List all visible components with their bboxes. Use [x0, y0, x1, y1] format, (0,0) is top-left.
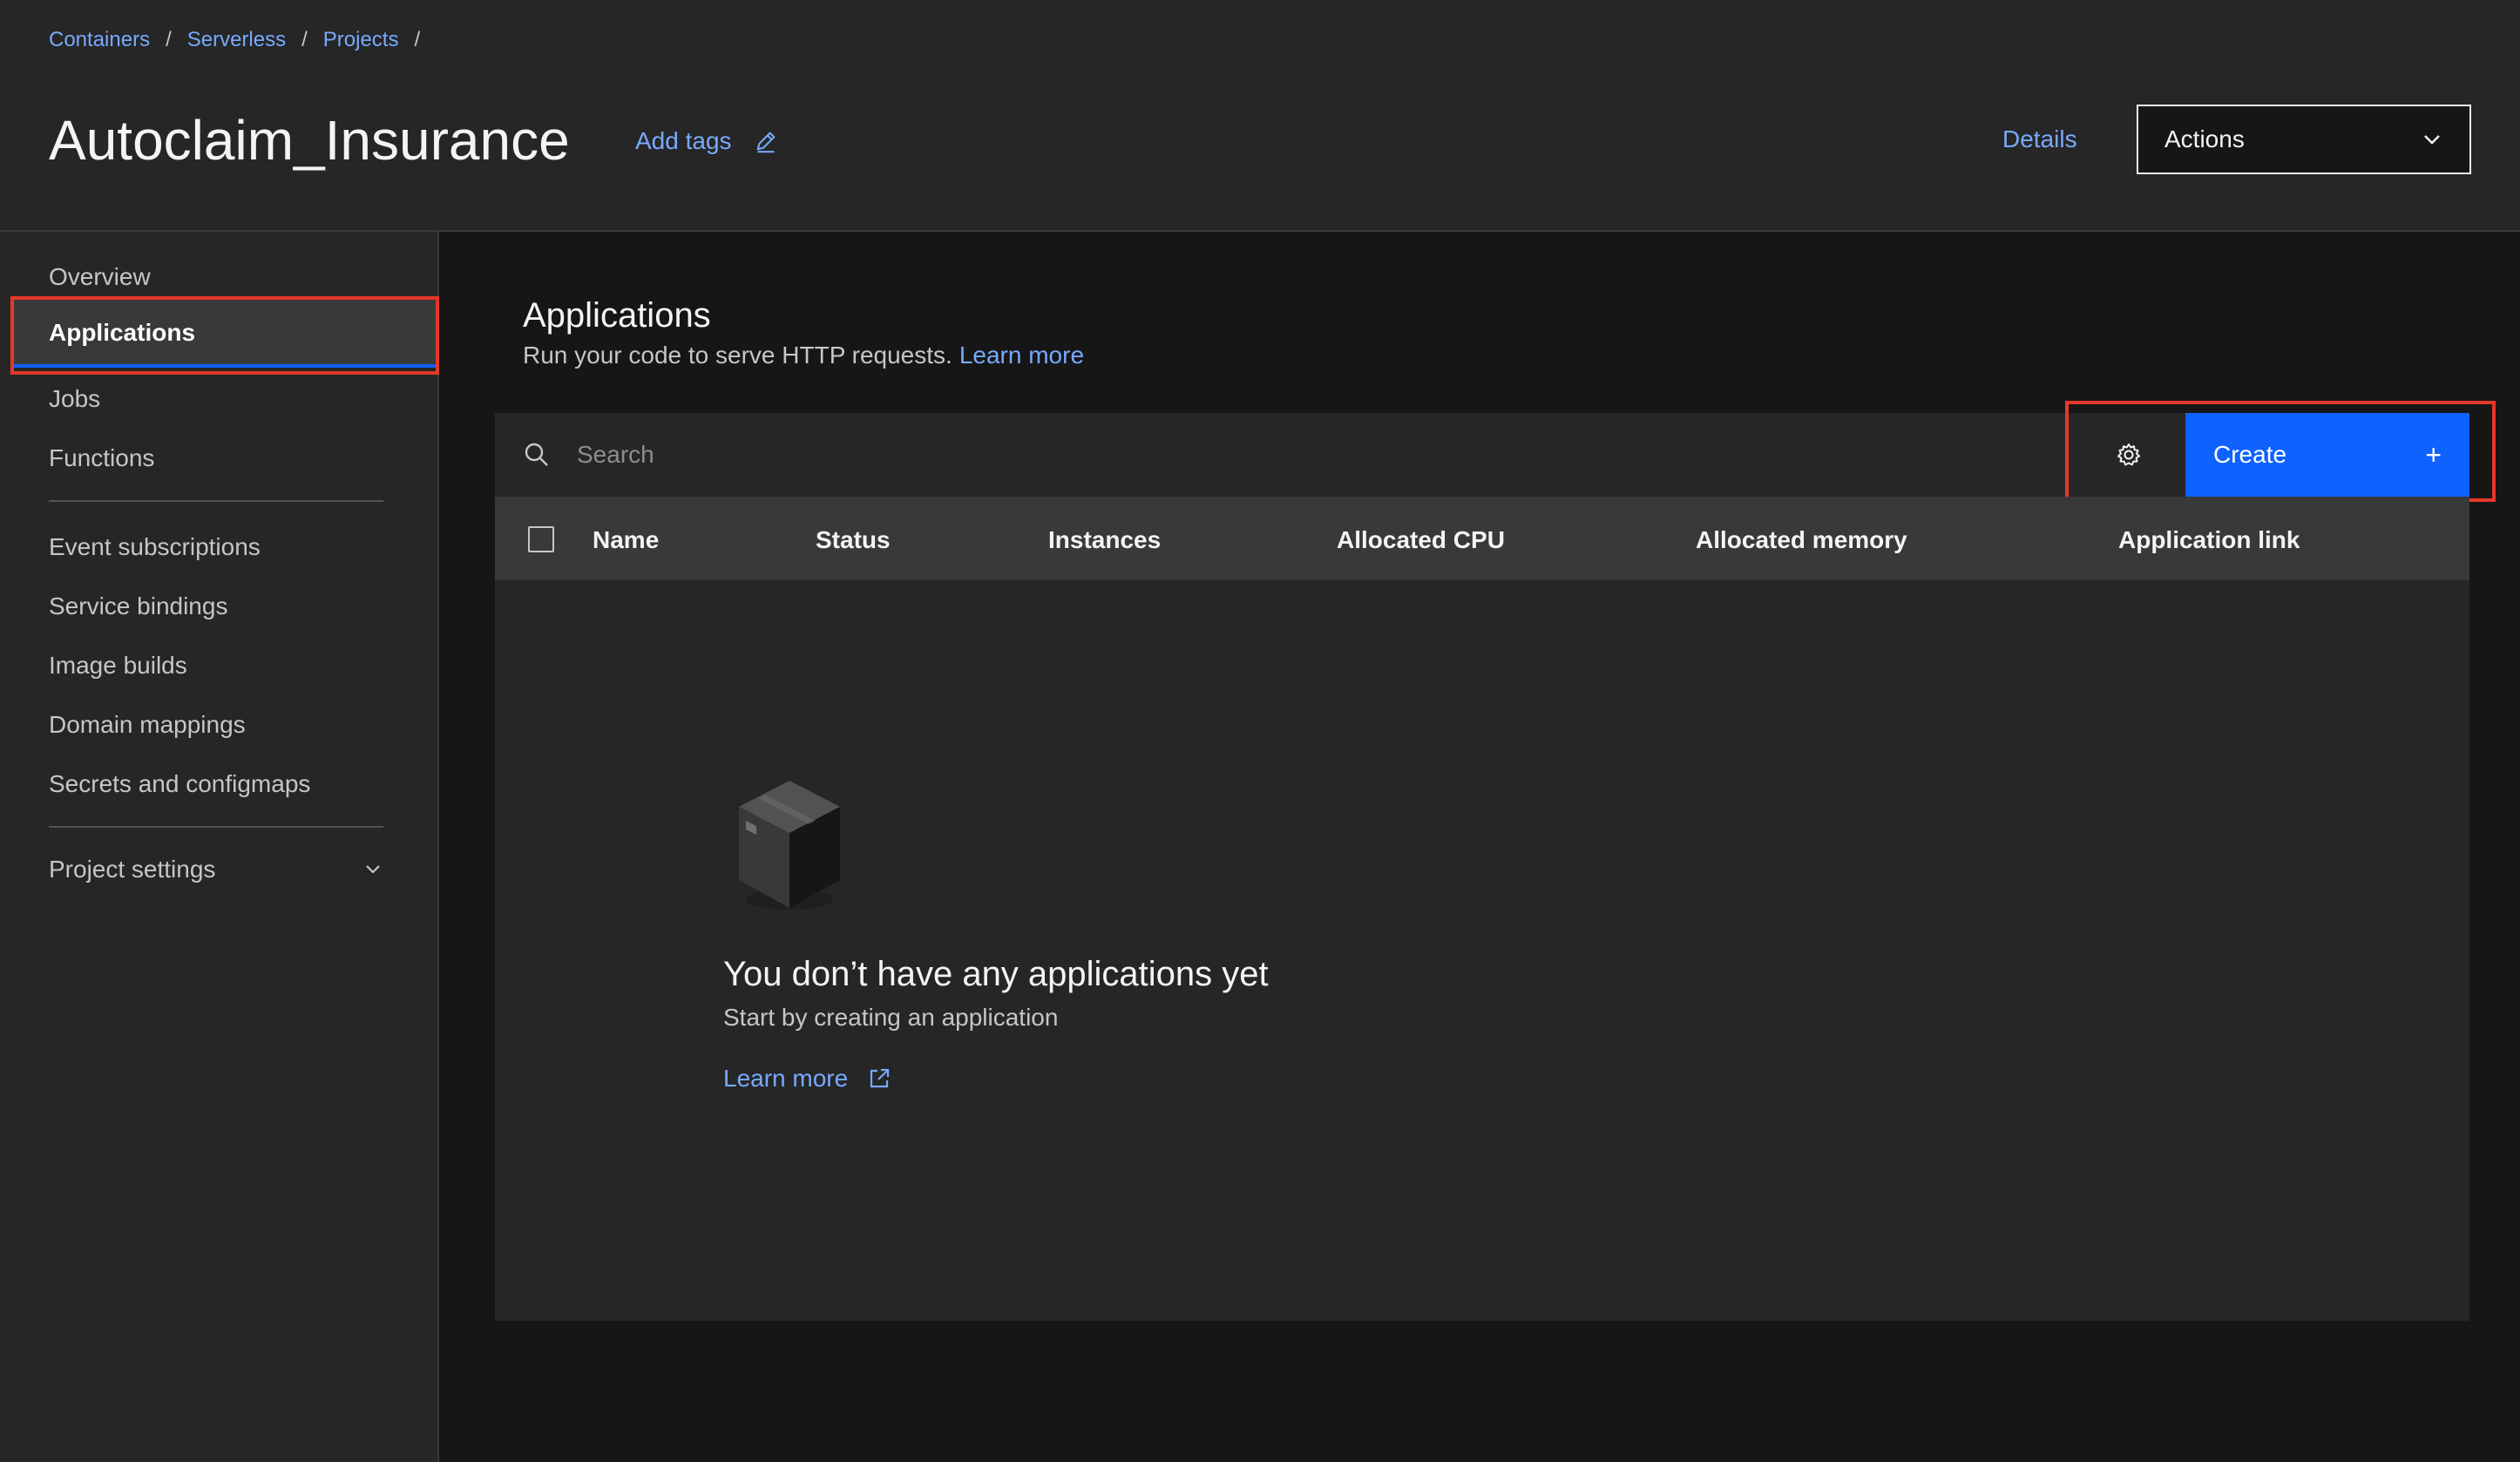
sidebar-item-overview[interactable]: Overview [49, 263, 151, 291]
page-header: Containers / Serverless / Projects / Aut… [0, 0, 2520, 232]
section-description: Run your code to serve HTTP requests. Lea… [523, 342, 1084, 369]
learn-more-link[interactable]: Learn more [959, 342, 1084, 369]
add-tags-link[interactable]: Add tags [635, 127, 779, 155]
empty-state-link-label: Learn more [723, 1065, 849, 1092]
breadcrumb-separator: / [166, 28, 172, 51]
empty-state-learn-more-link[interactable]: Learn more [723, 1065, 891, 1093]
page-title: Autoclaim_Insurance [49, 109, 570, 172]
sidebar-item-jobs[interactable]: Jobs [49, 385, 100, 413]
actions-label: Actions [2164, 125, 2245, 152]
sidebar-item-domain-mappings[interactable]: Domain mappings [49, 711, 246, 739]
sidebar-item-functions[interactable]: Functions [49, 444, 154, 472]
highlight-box [10, 296, 439, 375]
column-header-instances[interactable]: Instances [1048, 526, 1161, 554]
sidebar-item-secrets-configmaps[interactable]: Secrets and configmaps [49, 770, 310, 798]
search-icon [525, 443, 548, 466]
empty-state-title: You don’t have any applications yet [723, 955, 1269, 993]
sidebar-item-event-subscriptions[interactable]: Event subscriptions [49, 533, 261, 561]
search-input[interactable] [577, 434, 1971, 476]
table-body [495, 580, 2469, 1321]
breadcrumb-separator: / [301, 28, 308, 51]
sidebar-divider [49, 500, 383, 502]
breadcrumb-containers[interactable]: Containers [49, 28, 150, 52]
breadcrumb: Containers / Serverless / Projects / [49, 28, 436, 52]
sidebar-item-image-builds[interactable]: Image builds [49, 652, 187, 680]
sidebar [0, 232, 439, 1462]
box-icon [739, 781, 840, 910]
breadcrumb-serverless[interactable]: Serverless [187, 28, 286, 52]
chevron-down-icon [366, 865, 380, 874]
column-header-status[interactable]: Status [816, 526, 891, 554]
sidebar-divider [49, 826, 383, 828]
chevron-down-icon [2424, 135, 2440, 145]
select-all-checkbox[interactable] [528, 526, 554, 552]
sidebar-item-project-settings[interactable]: Project settings [49, 856, 383, 883]
add-tags-label: Add tags [635, 127, 732, 154]
breadcrumb-separator: / [414, 28, 421, 51]
empty-state-subtitle: Start by creating an application [723, 1004, 1059, 1031]
pencil-icon [756, 132, 775, 153]
external-link-icon [870, 1068, 890, 1088]
project-settings-label: Project settings [49, 856, 216, 883]
details-link[interactable]: Details [2002, 125, 2077, 153]
column-header-allocated-cpu[interactable]: Allocated CPU [1337, 526, 1505, 554]
page: Containers / Serverless / Projects / Aut… [0, 0, 2520, 1462]
section-description-text: Run your code to serve HTTP requests. [523, 342, 952, 369]
actions-dropdown[interactable]: Actions [2137, 105, 2471, 174]
column-header-allocated-memory[interactable]: Allocated memory [1696, 526, 1907, 554]
section-title: Applications [523, 296, 711, 335]
sidebar-item-service-bindings[interactable]: Service bindings [49, 592, 227, 620]
breadcrumb-projects[interactable]: Projects [323, 28, 399, 52]
column-header-name[interactable]: Name [593, 526, 659, 554]
column-header-application-link[interactable]: Application link [2118, 526, 2300, 554]
highlight-box [2065, 401, 2496, 502]
